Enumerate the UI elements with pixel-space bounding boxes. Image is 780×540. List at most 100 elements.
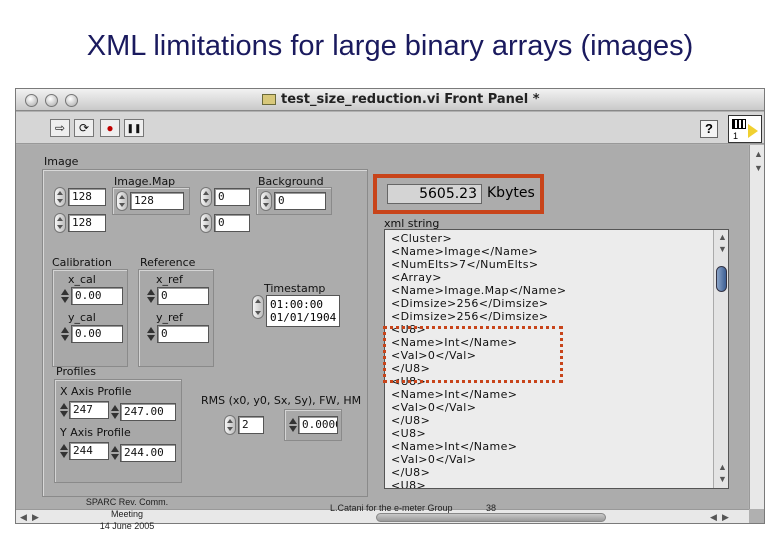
x-profile-index[interactable]: 247: [69, 401, 109, 419]
title-bar: test_size_reduction.vi Front Panel *: [16, 89, 764, 111]
x-profile-value-stepper-icon[interactable]: [111, 403, 119, 421]
x-ref-stepper-icon[interactable]: [147, 287, 155, 305]
xml-scroll-thumb[interactable]: [716, 266, 727, 292]
calibration-label: Calibration: [52, 256, 112, 269]
xml-scroll-up-icon[interactable]: ▲: [718, 232, 727, 242]
x-profile-stepper-icon[interactable]: [60, 401, 68, 419]
help-button[interactable]: ?: [700, 120, 718, 138]
y-profile-value[interactable]: 244.00: [120, 444, 176, 462]
timestamp-date: 01/01/1904: [270, 311, 337, 324]
window-vertical-scrollbar[interactable]: ▲ ▼: [749, 145, 764, 509]
background-field[interactable]: 0: [274, 192, 326, 210]
image-index-1[interactable]: 128: [54, 187, 106, 207]
index-spinner-icon[interactable]: [116, 191, 128, 211]
timestamp-field[interactable]: 01:00:00 01/01/1904: [266, 295, 340, 327]
abort-button[interactable]: ●: [100, 119, 120, 137]
timestamp-label: Timestamp: [264, 282, 326, 295]
xml-scroll-down-bottom-icon[interactable]: ▼: [718, 474, 727, 484]
footer-left-line-3: 14 June 2005: [99, 521, 155, 531]
xml-line: <U8>: [391, 427, 427, 440]
slide-title: XML limitations for large binary arrays …: [86, 30, 694, 62]
xml-line: <Cluster>: [391, 232, 453, 245]
x-profile-value[interactable]: 247.00: [120, 403, 176, 421]
rms-label: RMS (x0, y0, Sx, Sy), FW, HM: [201, 394, 362, 407]
xml-scroll-down-icon[interactable]: ▼: [718, 244, 727, 254]
xml-line: <Dimsize>256</Dimsize>: [391, 310, 549, 323]
xml-line: <Dimsize>256</Dimsize>: [391, 297, 549, 310]
xml-scroll-up-bottom-icon[interactable]: ▲: [718, 462, 727, 472]
x-cal-stepper-icon[interactable]: [61, 287, 69, 305]
u8-element-highlight: [383, 326, 563, 383]
front-panel: Image 128 128 Image.Map 128 0 0 Backgrou…: [16, 145, 748, 509]
rms-value-stepper-icon[interactable]: [289, 416, 297, 434]
xml-line: <NumElts>7</NumElts>: [391, 258, 539, 271]
xml-line: </U8>: [391, 414, 431, 427]
size-indicator-highlight: 5605.23 Kbytes: [373, 174, 544, 214]
image-cluster-label: Image: [44, 155, 79, 168]
image-map-index[interactable]: 128: [116, 191, 186, 211]
background-index-2-field[interactable]: 0: [214, 214, 250, 232]
index-spinner-icon[interactable]: [200, 187, 212, 207]
run-arrow-icon: [748, 124, 758, 138]
image-map-field[interactable]: 128: [130, 192, 184, 210]
rms-index[interactable]: 2: [224, 415, 266, 435]
image-index-1-field[interactable]: 128: [68, 188, 106, 206]
y-ref-label: y_ref: [156, 311, 183, 324]
y-axis-profile-label: Y Axis Profile: [60, 426, 131, 439]
footer-left: SPARC Rev. Comm. Meeting 14 June 2005: [72, 496, 182, 532]
x-cal-field[interactable]: 0.00: [71, 287, 123, 305]
x-ref-field[interactable]: 0: [157, 287, 209, 305]
scroll-left-icon[interactable]: ◀: [20, 512, 27, 523]
xml-line: <Name>Int</Name>: [391, 440, 518, 453]
scroll-down-icon[interactable]: ▼: [754, 163, 763, 173]
timestamp-spinner-icon[interactable]: [252, 295, 264, 319]
rms-index-field[interactable]: 2: [238, 416, 264, 434]
size-indicator-value: 5605.23: [387, 184, 482, 204]
rms-value-field: 0.0000: [298, 416, 338, 434]
scroll-right-icon[interactable]: ▶: [32, 512, 39, 523]
horizontal-scroll-thumb[interactable]: [376, 513, 606, 522]
index-spinner-icon[interactable]: [200, 213, 212, 233]
y-cal-field[interactable]: 0.00: [71, 325, 123, 343]
image-index-2-field[interactable]: 128: [68, 214, 106, 232]
index-spinner-icon[interactable]: [260, 191, 272, 211]
run-button[interactable]: ⇨: [50, 119, 70, 137]
toolbar: ⇨ ⟳ ● ❚❚ ? 1: [16, 112, 764, 144]
index-spinner-icon[interactable]: [54, 187, 66, 207]
footer-center: L.Catani for the e-meter Group: [330, 503, 453, 513]
scroll-up-icon[interactable]: ▲: [754, 149, 763, 159]
index-spinner-icon[interactable]: [224, 415, 236, 435]
y-profile-stepper-icon[interactable]: [60, 442, 68, 460]
y-ref-field[interactable]: 0: [157, 325, 209, 343]
image-index-2[interactable]: 128: [54, 213, 106, 233]
window-title: test_size_reduction.vi Front Panel *: [281, 92, 540, 107]
background-index-2[interactable]: 0: [200, 213, 252, 233]
y-cal-stepper-icon[interactable]: [61, 325, 69, 343]
background-index-1[interactable]: 0: [200, 187, 252, 207]
index-spinner-icon[interactable]: [54, 213, 66, 233]
run-continuously-button[interactable]: ⟳: [74, 119, 94, 137]
y-cal-label: y_cal: [68, 311, 96, 324]
footer-page-number: 38: [486, 503, 497, 513]
pause-button[interactable]: ❚❚: [124, 119, 144, 137]
y-ref-stepper-icon[interactable]: [147, 325, 155, 343]
y-profile-value-stepper-icon[interactable]: [111, 444, 119, 462]
connector-pane-icon[interactable]: 1: [728, 115, 762, 143]
background-index[interactable]: 0: [260, 191, 328, 211]
size-indicator-unit: Kbytes: [487, 185, 535, 201]
xml-scrollbar[interactable]: ▲ ▼ ▲ ▼: [713, 230, 728, 488]
footer-left-line-1: SPARC Rev. Comm.: [85, 497, 169, 507]
x-cal-label: x_cal: [68, 273, 96, 286]
front-panel-window: test_size_reduction.vi Front Panel * ⇨ ⟳…: [15, 88, 765, 524]
background-index-1-field[interactable]: 0: [214, 188, 250, 206]
scroll-right-end-icon[interactable]: ▶: [722, 512, 729, 523]
scroll-left-end-icon[interactable]: ◀: [710, 512, 717, 523]
xml-line: </U8>: [391, 466, 431, 479]
y-profile-index[interactable]: 244: [69, 442, 109, 460]
xml-line: <Val>0</Val>: [391, 401, 477, 414]
xml-line: <Name>Image</Name>: [391, 245, 539, 258]
zoom-window-icon[interactable]: [65, 94, 78, 107]
close-window-icon[interactable]: [25, 94, 38, 107]
minimize-window-icon[interactable]: [45, 94, 58, 107]
xml-line: <Name>Image.Map</Name>: [391, 284, 567, 297]
